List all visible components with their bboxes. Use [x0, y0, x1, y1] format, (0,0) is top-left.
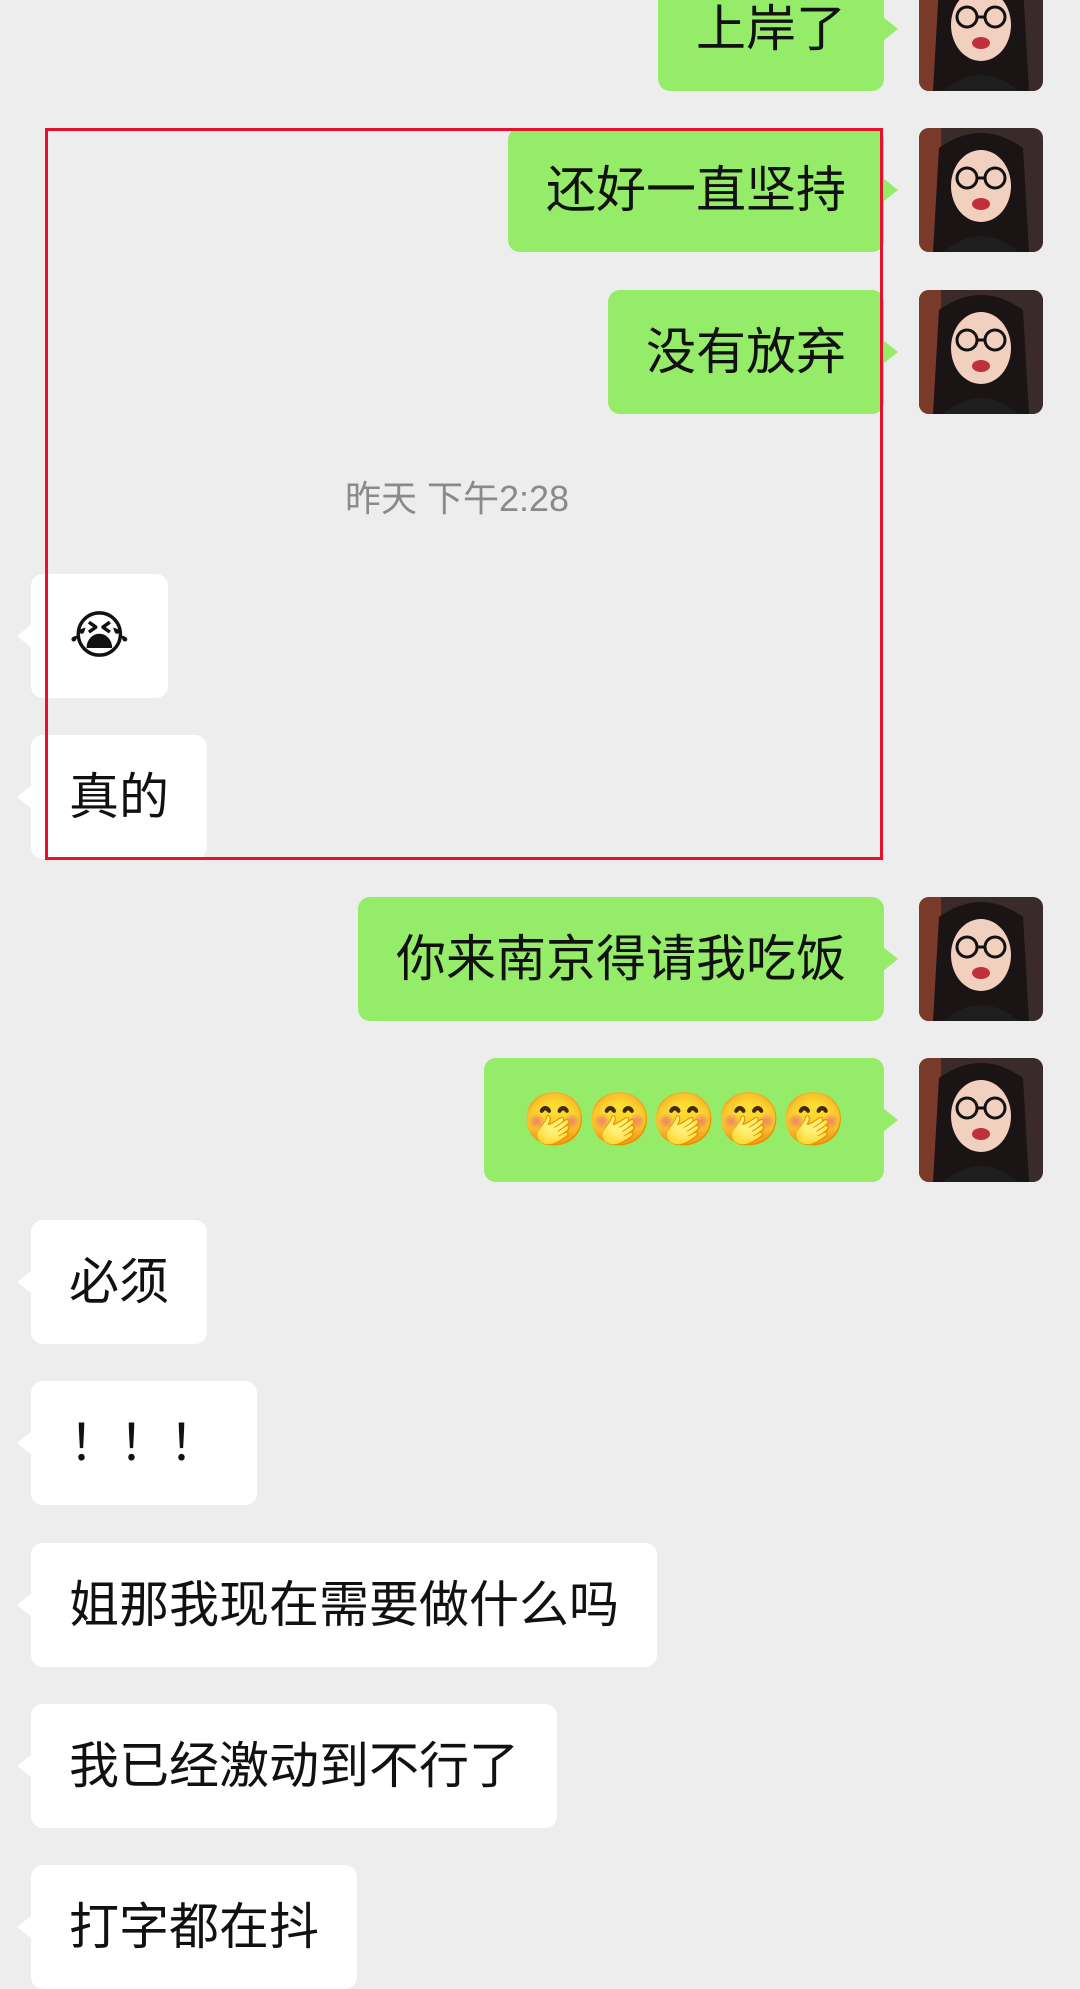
user-avatar-icon: [919, 290, 1043, 414]
avatar[interactable]: [919, 0, 1043, 91]
user-avatar-icon: [919, 1058, 1043, 1182]
message-bubble-incoming[interactable]: 😭: [17, 574, 168, 698]
user-avatar-icon: [919, 0, 1043, 91]
message-timestamp: 昨天 下午2:28: [344, 478, 570, 519]
message-bubble-outgoing[interactable]: 🤭🤭🤭🤭🤭: [484, 1058, 898, 1182]
message-bubble-incoming[interactable]: 姐那我现在需要做什么吗: [17, 1543, 657, 1667]
avatar[interactable]: [919, 897, 1043, 1021]
message-bubble-outgoing[interactable]: 没有放弃: [608, 290, 898, 414]
message-bubble-outgoing[interactable]: 还好一直坚持: [508, 128, 898, 252]
user-avatar-icon: [919, 128, 1043, 252]
message-bubble-incoming[interactable]: 我已经激动到不行了: [17, 1704, 557, 1828]
avatar[interactable]: [919, 128, 1043, 252]
avatar[interactable]: [919, 290, 1043, 414]
message-bubble-incoming[interactable]: 打字都在抖: [17, 1865, 357, 1989]
message-bubble-outgoing[interactable]: 上岸了: [658, 0, 898, 91]
message-bubble-incoming[interactable]: 必须: [17, 1220, 207, 1344]
avatar[interactable]: [919, 1058, 1043, 1182]
message-bubble-incoming[interactable]: 真的: [17, 735, 207, 859]
message-bubble-outgoing[interactable]: 你来南京得请我吃饭: [358, 897, 898, 1021]
message-bubble-incoming[interactable]: ！！！: [17, 1381, 257, 1505]
user-avatar-icon: [919, 897, 1043, 1021]
